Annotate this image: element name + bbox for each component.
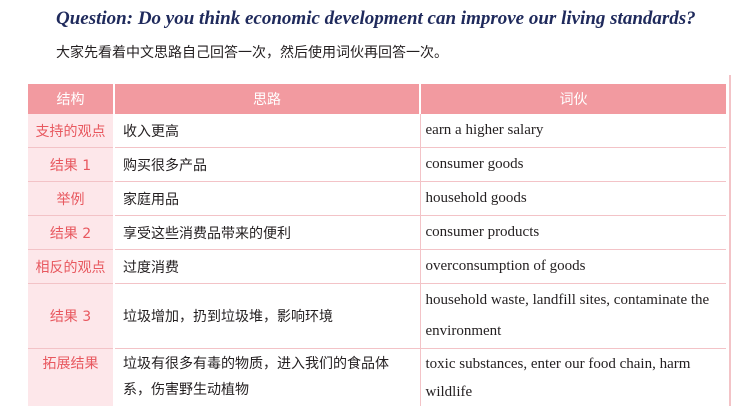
chunks-cell: household goods	[420, 181, 726, 216]
structure-cell: 拓展结果	[28, 348, 115, 406]
table-row: 举例 家庭用品 household goods	[28, 181, 726, 216]
structure-cell: 相反的观点	[28, 249, 115, 284]
table-header-row: 结构 思路 词伙	[28, 84, 726, 114]
question-heading: Question: Do you think economic developm…	[56, 8, 696, 29]
chunks-cell: toxic substances, enter our food chain, …	[425, 356, 691, 400]
instruction-text: 大家先看着中文思路自己回答一次，然后使用词伙再回答一次。	[56, 45, 448, 61]
table-row: 相反的观点 过度消费 overconsumption of goods	[28, 249, 726, 284]
idea-cell: 过度消费	[114, 249, 421, 284]
structure-cell: 结果 3	[28, 283, 115, 349]
table-row: 支持的观点 收入更高 earn a higher salary	[28, 114, 726, 148]
table-row: 结果 2 享受这些消费品带来的便利 consumer products	[28, 215, 726, 250]
table-right-border	[729, 75, 731, 406]
structure-cell: 结果 1	[28, 147, 115, 182]
idea-cell: 家庭用品	[114, 181, 421, 216]
header-idea: 思路	[114, 84, 421, 114]
structure-cell: 举例	[28, 181, 115, 216]
structure-cell: 结果 2	[28, 215, 115, 250]
table-row: 拓展结果 垃圾有很多有毒的物质，进入我们的食品体系，伤害野生动植物 toxic …	[28, 348, 726, 406]
idea-cell: 购买很多产品	[114, 147, 421, 182]
chunks-cell: consumer goods	[420, 147, 726, 182]
structure-cell: 支持的观点	[28, 114, 115, 148]
idea-cell: 收入更高	[114, 114, 421, 148]
chunks-cell: overconsumption of goods	[420, 249, 726, 284]
table-row: 结果 1 购买很多产品 consumer goods	[28, 147, 726, 182]
chunks-cell: household waste, landfill sites, contami…	[420, 283, 726, 349]
chunks-cell: earn a higher salary	[420, 114, 726, 148]
idea-cell: 享受这些消费品带来的便利	[114, 215, 421, 250]
chunks-cell: consumer products	[420, 215, 726, 250]
table-row: 结果 3 垃圾增加，扔到垃圾堆，影响环境 household waste, la…	[28, 283, 726, 349]
header-structure: 结构	[28, 84, 115, 114]
vocabulary-table: 结构 思路 词伙 支持的观点 收入更高 earn a higher salary…	[28, 84, 726, 406]
header-chunks: 词伙	[420, 84, 726, 114]
idea-cell: 垃圾增加，扔到垃圾堆，影响环境	[114, 283, 421, 349]
idea-cell: 垃圾有很多有毒的物质，进入我们的食品体系，伤害野生动植物	[114, 348, 421, 406]
